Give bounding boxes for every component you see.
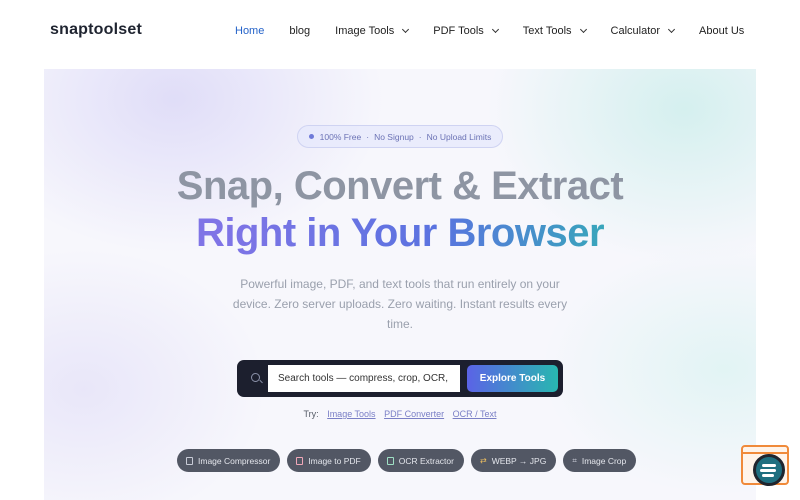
- quick-tool-pills: Image Compressor Image to PDF OCR Extrac…: [177, 449, 643, 472]
- chevron-down-icon: [579, 25, 587, 34]
- search-input[interactable]: [268, 365, 460, 392]
- nav-item-label: blog: [289, 25, 311, 37]
- nav-item-label: Home: [235, 25, 265, 37]
- convert-icon: ⇄: [479, 456, 487, 465]
- site-logo[interactable]: snaptoolset: [50, 21, 142, 39]
- badge-separator: ·: [366, 131, 370, 142]
- nav-item-label: Text Tools: [522, 25, 572, 37]
- pill-image-crop[interactable]: ⌗ Image Crop: [563, 449, 637, 472]
- hero-section: 100% Free · No Signup · No Upload Limits…: [44, 69, 756, 500]
- ocr-icon: [386, 456, 394, 465]
- chevron-down-icon: [668, 25, 676, 34]
- site-header: snaptoolset Home blog Image Tools PDF To…: [0, 0, 800, 62]
- nav-item-label: About Us: [699, 25, 745, 37]
- pill-image-compressor[interactable]: Image Compressor: [177, 449, 281, 472]
- nav-item-label: Calculator: [610, 25, 661, 37]
- nav-item-pdf-tools[interactable]: PDF Tools: [433, 25, 499, 37]
- badge-separator: ·: [418, 131, 422, 142]
- search-icon: [251, 373, 260, 382]
- pill-label: WEBP → JPG: [491, 455, 547, 466]
- nav-item-about-us[interactable]: About Us: [699, 25, 744, 37]
- feature-badge: 100% Free · No Signup · No Upload Limits: [297, 125, 503, 148]
- nav-item-text-tools[interactable]: Text Tools: [522, 25, 587, 37]
- pill-label: Image Compressor: [198, 455, 271, 466]
- hero-title-line1: Snap, Convert & Extract: [176, 164, 624, 208]
- pill-ocr-extractor[interactable]: OCR Extractor: [377, 449, 464, 472]
- chat-icon: [753, 454, 785, 486]
- pill-webp-to-jpg[interactable]: ⇄ WEBP → JPG: [470, 449, 557, 472]
- image-icon: [186, 456, 193, 465]
- badge-no-limits: No Upload Limits: [426, 131, 492, 142]
- nav-item-label: Image Tools: [335, 25, 395, 37]
- nav-item-image-tools[interactable]: Image Tools: [335, 25, 410, 37]
- nav-item-label: PDF Tools: [433, 25, 484, 37]
- search-bar: Explore Tools: [237, 360, 563, 397]
- explore-tools-button[interactable]: Explore Tools: [467, 365, 558, 392]
- pdf-file-icon: [296, 456, 304, 465]
- nav-item-blog[interactable]: blog: [289, 25, 310, 37]
- badge-free: 100% Free: [319, 131, 362, 142]
- main-nav: Home blog Image Tools PDF Tools Text Too…: [235, 0, 769, 62]
- chevron-down-icon: [491, 25, 499, 34]
- badge-no-signup: No Signup: [374, 131, 414, 142]
- crop-icon: ⌗: [572, 455, 577, 465]
- pill-label: Image Crop: [581, 455, 627, 466]
- pill-label: OCR Extractor: [398, 455, 454, 466]
- try-link-image-tools[interactable]: Image Tools: [327, 409, 375, 419]
- pill-label: Image to PDF: [308, 455, 361, 466]
- nav-item-calculator[interactable]: Calculator: [610, 25, 676, 37]
- try-link-pdf-converter[interactable]: PDF Converter: [384, 409, 444, 419]
- pill-image-to-pdf[interactable]: Image to PDF: [287, 449, 371, 472]
- nav-item-home[interactable]: Home: [235, 25, 264, 37]
- try-label: Try:: [303, 409, 319, 419]
- floating-support-widget[interactable]: [741, 445, 791, 489]
- try-links: Try: Image Tools PDF Converter OCR / Tex…: [44, 409, 756, 419]
- try-link-ocr-text[interactable]: OCR / Text: [453, 409, 497, 419]
- hero-title-line2: Right in Your Browser: [44, 211, 756, 256]
- chevron-down-icon: [402, 25, 410, 34]
- dot-icon: [308, 134, 314, 139]
- hero-subtitle: Powerful image, PDF, and text tools that…: [232, 277, 568, 331]
